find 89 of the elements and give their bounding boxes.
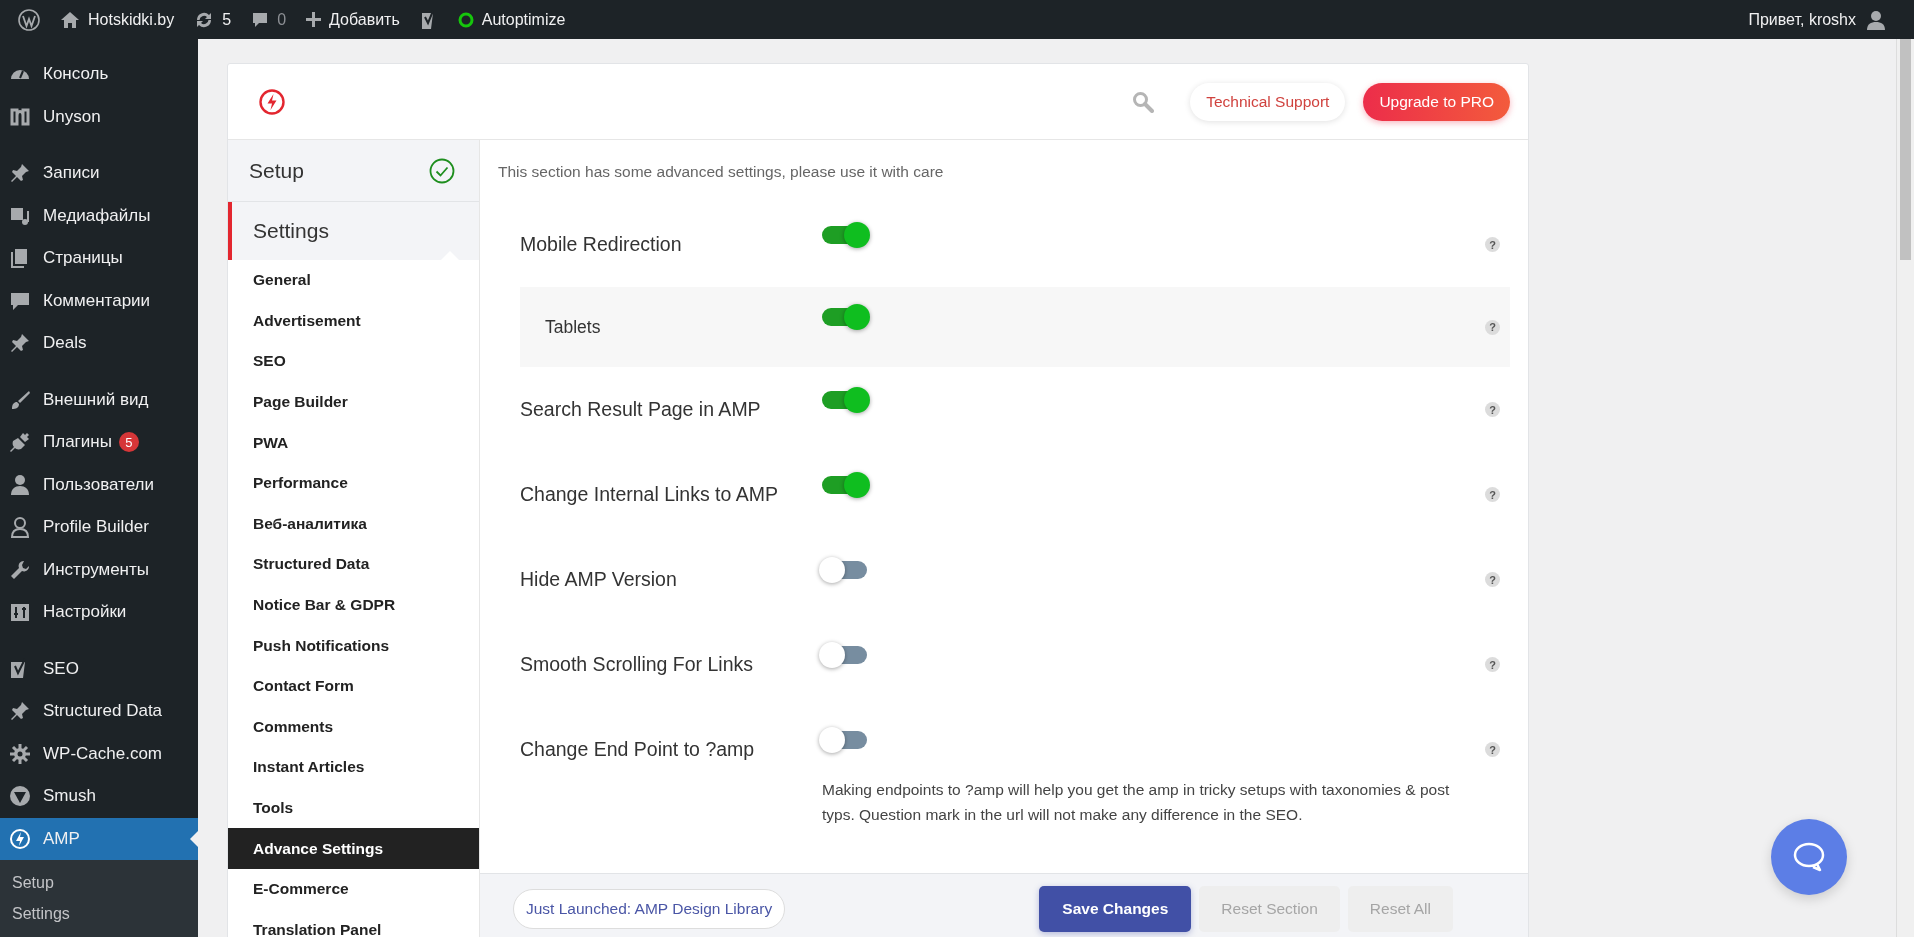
settings-tab[interactable]: Settings [228,202,479,260]
help-icon[interactable]: ? [1485,237,1500,252]
chat-button[interactable] [1771,819,1847,895]
settings-nav-item[interactable]: Page Builder [228,381,479,423]
admin-bar-link[interactable]: Autoptimize [447,0,576,39]
count-badge: 5 [118,432,139,453]
sidebar-menu-item[interactable]: Медиафайлы [0,194,198,237]
chat-bubble-icon [1791,840,1827,874]
settings-nav-item[interactable]: Translation Panel [228,909,479,937]
save-button[interactable]: Save Changes [1039,886,1192,932]
setting-label: Search Result Page in AMP [520,398,762,421]
status-ring-icon [457,11,474,28]
setting-label: Mobile Redirection [520,233,683,256]
user-avatar-icon [1866,9,1886,30]
pushpin-icon [9,162,31,185]
plus-icon [306,12,322,27]
settings-nav-item[interactable]: Веб-аналитика [228,503,479,545]
upgrade-button[interactable]: Upgrade to PRO [1363,82,1510,121]
submenu-item[interactable]: Settings [0,899,198,930]
sidebar-menu-item[interactable]: Записи [0,152,198,195]
settings-nav-item[interactable]: Tools [228,787,479,829]
wrench-icon [9,558,31,581]
settings-nav-item[interactable]: Performance [228,462,479,504]
sidebar-menu-item[interactable]: Настройки [0,591,198,634]
technical-support-button[interactable]: Technical Support [1190,82,1346,121]
plug-icon [9,431,31,454]
user-outline-icon [9,516,31,539]
speech-bubble-icon [251,10,270,29]
sidebar-menu-item[interactable]: Пользователи [0,463,198,506]
settings-nav-item[interactable]: Advance Settings [228,828,479,869]
sidebar-menu-item[interactable]: Внешний вид [0,378,198,421]
pushpin-icon [9,700,31,723]
setting-label: Change Internal Links to AMP [520,483,779,506]
sliders-icon [9,601,31,624]
design-library-link[interactable]: Just Launched: AMP Design Library [513,889,786,929]
scrollbar[interactable] [1896,39,1914,937]
help-icon[interactable]: ? [1485,402,1500,417]
sidebar-menu-item[interactable]: Инструменты [0,548,198,591]
lightning-circle-icon [258,87,286,116]
settings-nav-item[interactable]: General [228,260,479,301]
wordpress-logo-icon [18,8,40,31]
help-icon[interactable]: ? [1485,657,1500,672]
lightning-circle-icon [9,827,31,850]
sidebar-menu-item[interactable]: Smush [0,775,198,818]
settings-nav-item[interactable]: Contact Form [228,665,479,707]
sidebar-menu-item[interactable]: Deals [0,322,198,365]
setting-label: Hide AMP Version [520,568,678,591]
account-menu[interactable]: Привет, kroshx [1748,9,1914,30]
setting-label: Change End Point to ?amp [520,738,756,761]
setting-label: Tablets [545,316,602,338]
settings-nav-item[interactable]: Advertisement [228,300,479,342]
settings-nav-item[interactable]: E-Commerce [228,868,479,910]
setup-tab[interactable]: Setup [228,140,479,202]
sidebar-menu-item[interactable]: Profile Builder [0,506,198,549]
settings-nav-item[interactable]: Structured Data [228,544,479,585]
settings-nav-item[interactable]: PWA [228,422,479,463]
sidebar-menu-item[interactable]: SEO [0,647,198,690]
settings-nav-item[interactable]: Notice Bar & GDPR [228,584,479,626]
help-icon[interactable]: ? [1485,487,1500,502]
pushpin-icon [9,332,31,355]
user-icon [9,473,31,496]
sidebar-menu-item[interactable]: Плагины 5 [0,421,198,464]
settings-nav-item[interactable]: Push Notifications [228,625,479,666]
help-icon[interactable]: ? [1485,572,1500,587]
settings-nav-item[interactable]: SEO [228,341,479,382]
admin-bar-link[interactable]: Добавить [296,0,410,39]
search-icon[interactable] [1132,90,1155,113]
help-icon[interactable]: ? [1485,742,1500,757]
submenu-item[interactable]: Setup [0,868,198,899]
setting-label: Smooth Scrolling For Links [520,653,754,676]
settings-nav-item[interactable]: Comments [228,706,479,748]
paintbrush-icon [9,388,31,411]
sidebar-menu-item[interactable]: Комментарии [0,279,198,322]
settings-nav-item[interactable]: Instant Articles [228,747,479,788]
admin-bar-link[interactable]: Hotskidki.by [50,0,185,39]
gear-icon [9,742,31,765]
admin-bar-link[interactable]: 5 [184,0,242,39]
sidebar-menu-item[interactable]: Консоль [0,53,198,96]
sidebar-menu-item[interactable]: Structured Data [0,690,198,733]
house-icon [60,10,80,29]
smush-icon [9,785,31,808]
section-note: This section has some advanced settings, please use it with care [498,163,945,181]
sidebar-menu-item[interactable]: Unyson [0,95,198,138]
setting-description: Making endpoints to ?amp will help you get the amp in tricky setups with taxonomies & post typs. Question mark in the url will not make any difference in the SEO. [822,780,1451,825]
help-icon[interactable]: ? [1485,319,1500,335]
admin-bar-link[interactable]: 0 [241,0,297,39]
sidebar-menu-item[interactable]: Страницы [0,237,198,280]
sidebar-menu-item[interactable]: WP-Cache.com [0,732,198,775]
sidebar-menu-item[interactable]: AMP [0,817,198,860]
